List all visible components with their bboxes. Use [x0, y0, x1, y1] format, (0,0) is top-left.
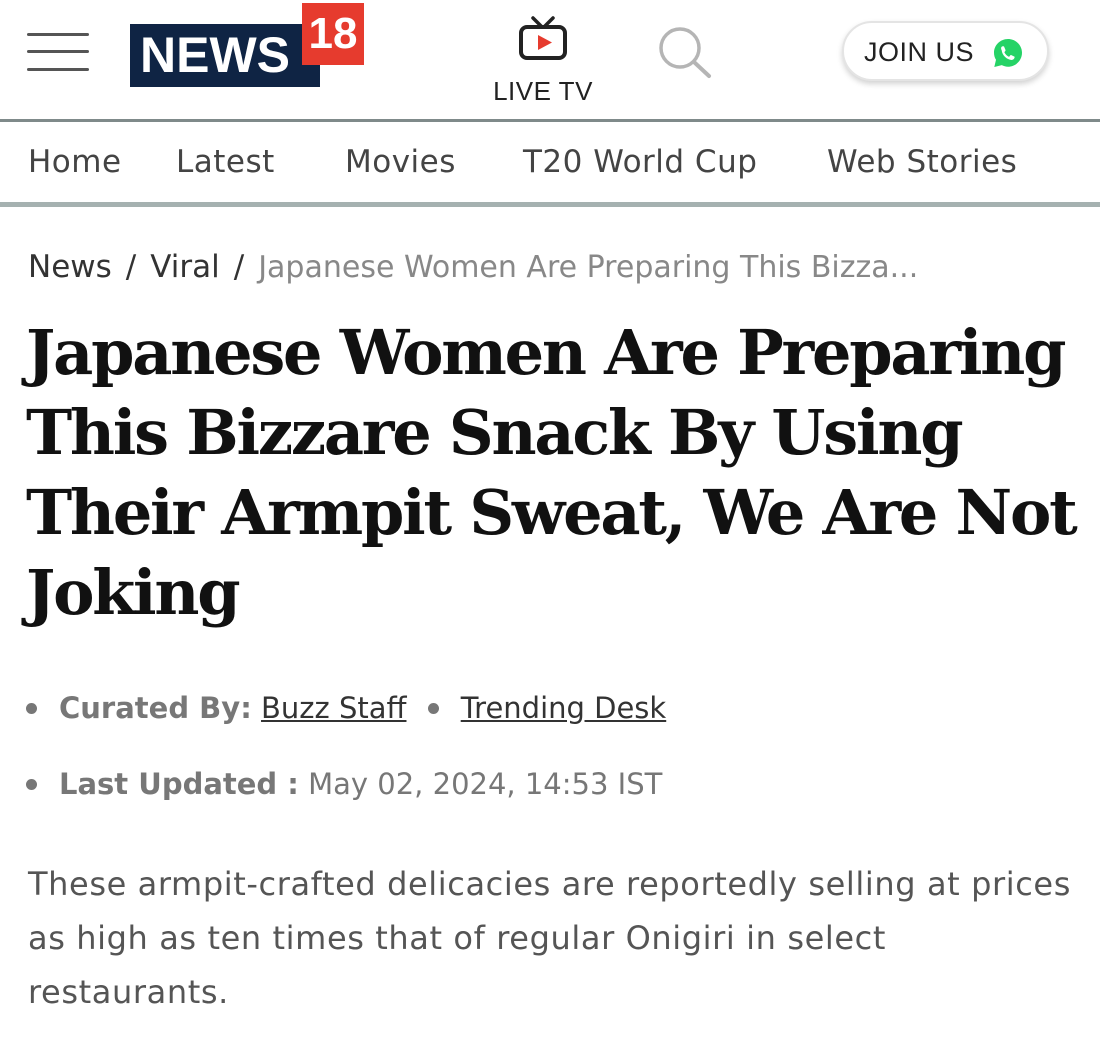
breadcrumb-separator: / — [125, 249, 137, 285]
bullet — [427, 702, 439, 714]
nav-item-t20-world-cup[interactable]: T20 World Cup — [523, 122, 757, 202]
bullet — [26, 778, 37, 790]
logo-number: 18 — [302, 3, 364, 65]
join-us-button[interactable]: JOIN US — [842, 21, 1049, 81]
article-summary: These armpit-crafted delicacies are repo… — [28, 865, 1071, 1011]
join-us-label: JOIN US — [864, 37, 975, 67]
breadcrumb-current: Japanese Women Are Preparing This Bizza.… — [258, 250, 919, 285]
article-headline: Japanese Women Are Preparing This Bizzar… — [26, 316, 1078, 629]
breadcrumb-viral[interactable]: Viral — [150, 249, 220, 285]
curated-by-label: Curated By: — [59, 691, 252, 725]
last-updated-label: Last Updated : — [59, 767, 299, 801]
tv-icon — [519, 16, 567, 60]
live-tv-label: LIVE TV — [493, 76, 593, 106]
hamburger-menu-icon[interactable] — [27, 30, 91, 76]
byline: Curated By: Buzz Staff Trending Desk — [26, 688, 1086, 728]
author-link-trending-desk[interactable]: Trending Desk — [461, 691, 667, 725]
site-header: NEWS 18 LIVE TV JOIN US — [0, 0, 1100, 119]
breadcrumb: News / Viral / Japanese Women Are Preparing … — [28, 244, 1088, 290]
last-updated: Last Updated : May 02, 2024, 14:53 IST — [26, 764, 1086, 804]
author-link-buzz-staff[interactable]: Buzz Staff — [261, 691, 406, 725]
breadcrumb-news[interactable]: News — [28, 249, 112, 285]
nav-item-movies[interactable]: Movies — [345, 122, 456, 202]
bullet — [26, 702, 37, 714]
news18-logo[interactable]: NEWS 18 — [130, 3, 370, 87]
search-icon[interactable] — [656, 25, 714, 81]
nav-item-web-stories[interactable]: Web Stories — [827, 122, 1017, 202]
last-updated-value: May 02, 2024, 14:53 IST — [308, 767, 663, 801]
nav-item-home[interactable]: Home — [28, 122, 122, 202]
breadcrumb-separator: / — [233, 249, 245, 285]
live-tv-button[interactable]: LIVE TV — [487, 16, 599, 116]
category-nav: Home Latest Movies T20 World Cup Web Sto… — [0, 119, 1100, 207]
logo-word: NEWS — [130, 24, 320, 87]
whatsapp-icon — [994, 39, 1022, 67]
nav-item-latest[interactable]: Latest — [176, 122, 275, 202]
